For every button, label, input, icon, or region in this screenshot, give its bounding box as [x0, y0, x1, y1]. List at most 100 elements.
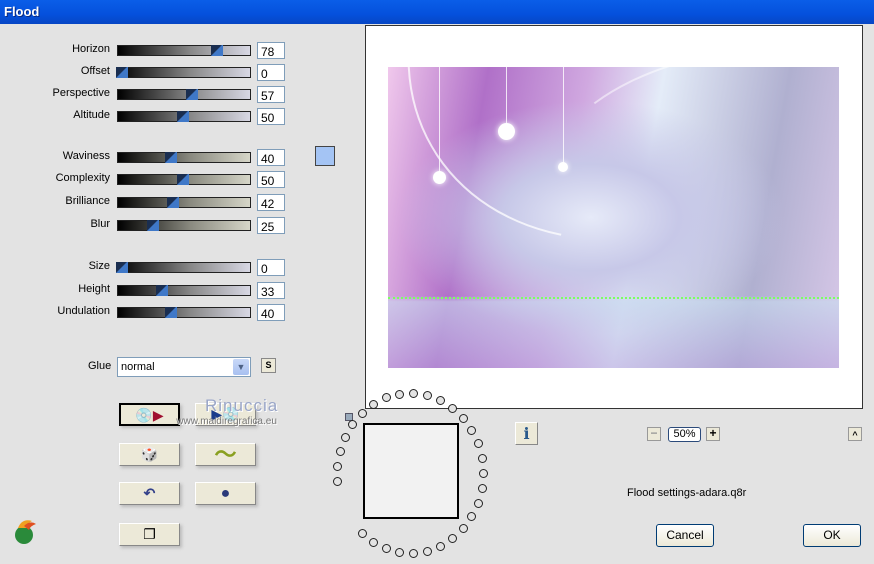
slider-track[interactable] — [117, 197, 251, 208]
slider-row-waviness: Waviness 40 — [0, 149, 300, 166]
collapse-button[interactable]: ^ — [848, 427, 862, 441]
ring-dot[interactable] — [458, 524, 468, 534]
slider-thumb[interactable] — [116, 67, 128, 78]
ring-dot[interactable] — [448, 403, 458, 413]
wave-button[interactable]: 〜 — [195, 443, 256, 466]
slider-thumb[interactable] — [177, 174, 189, 185]
slider-row-perspective: Perspective 57 — [0, 86, 300, 103]
slider-value-input[interactable]: 50 — [257, 171, 285, 188]
ring-dot[interactable] — [348, 419, 358, 429]
thumbnail-box[interactable] — [363, 423, 459, 519]
info-button[interactable]: i — [515, 422, 538, 445]
load-preset-button[interactable]: 💿▶ — [119, 403, 180, 426]
slider-track[interactable] — [117, 89, 251, 100]
slider-value-input[interactable]: 42 — [257, 194, 285, 211]
ring-dot[interactable] — [395, 548, 405, 558]
slider-row-offset: Offset 0 — [0, 64, 300, 81]
slider-value-input[interactable]: 33 — [257, 282, 285, 299]
slider-thumb[interactable] — [116, 262, 128, 273]
dice-icon: 🎲 — [140, 446, 159, 462]
zoom-in-button[interactable]: + — [706, 427, 720, 441]
undo-icon: ↶ — [143, 485, 156, 501]
ring-dot[interactable] — [477, 453, 487, 463]
ring-dot[interactable] — [381, 544, 391, 554]
glue-select[interactable]: normal ▼ — [117, 357, 251, 377]
slider-thumb[interactable] — [167, 197, 180, 208]
slider-value-input[interactable]: 25 — [257, 217, 285, 234]
slider-thumb[interactable] — [156, 285, 169, 296]
play-disc-icon: ▶💿 — [211, 406, 240, 422]
preview-panel[interactable] — [365, 25, 863, 409]
slider-track[interactable] — [117, 45, 251, 56]
slider-row-height: Height 33 — [0, 282, 300, 299]
slider-value-input[interactable]: 0 — [257, 259, 285, 276]
ring-dot[interactable] — [422, 546, 432, 556]
save-preset-button[interactable]: ▶💿 — [195, 403, 256, 426]
settings-filename: Flood settings-adara.q8r — [627, 487, 747, 499]
ok-button[interactable]: OK — [803, 524, 861, 547]
ring-dot[interactable] — [448, 534, 458, 544]
zoom-out-button[interactable]: − — [647, 427, 661, 441]
slider-label: Altitude — [73, 109, 110, 121]
slider-label: Undulation — [57, 305, 110, 317]
color-swatch[interactable] — [315, 146, 335, 166]
ring-dot[interactable] — [467, 425, 477, 435]
ring-dot[interactable] — [467, 512, 477, 522]
ring-dot[interactable] — [473, 498, 483, 508]
slider-label: Offset — [80, 65, 110, 77]
slider-track[interactable] — [116, 262, 251, 273]
slider-thumb[interactable] — [164, 152, 177, 163]
slider-thumb[interactable] — [211, 45, 224, 56]
ring-dot[interactable] — [473, 439, 483, 449]
ring-dot[interactable] — [458, 413, 468, 423]
slider-track[interactable] — [117, 220, 251, 231]
chevron-down-icon[interactable]: ▼ — [233, 359, 249, 375]
slider-track[interactable] — [117, 152, 251, 163]
ring-dot[interactable] — [409, 548, 419, 558]
ring-dot[interactable] — [333, 477, 343, 487]
glue-value: normal — [121, 361, 155, 373]
ring-dot[interactable] — [357, 529, 367, 539]
ring-dot[interactable] — [478, 469, 488, 479]
slider-track[interactable] — [117, 285, 251, 296]
zoom-level: 50% — [668, 427, 701, 442]
slider-label: Perspective — [52, 87, 110, 99]
ring-dot[interactable] — [335, 446, 345, 456]
copy-button[interactable]: ❐ — [119, 523, 180, 546]
preview-image — [388, 67, 839, 368]
ring-dot[interactable] — [340, 432, 350, 442]
ring-dot[interactable] — [333, 461, 343, 471]
ring-dot[interactable] — [477, 484, 487, 494]
slider-track[interactable] — [117, 307, 251, 318]
slider-track[interactable] — [117, 174, 251, 185]
slider-value-input[interactable]: 57 — [257, 86, 285, 103]
slider-thumb[interactable] — [164, 307, 177, 318]
slider-label: Size — [88, 260, 110, 272]
disc-play-icon: 💿▶ — [135, 407, 164, 423]
slider-label: Brilliance — [65, 195, 110, 207]
slider-value-input[interactable]: 50 — [257, 108, 285, 125]
slider-value-input[interactable]: 78 — [257, 42, 285, 59]
slider-label: Waviness — [62, 150, 110, 162]
ring-dot[interactable] — [436, 541, 446, 551]
slider-value-input[interactable]: 40 — [257, 149, 285, 166]
slider-thumb[interactable] — [185, 89, 198, 100]
slider-track[interactable] — [116, 67, 251, 78]
randomize-button[interactable]: 🎲 — [119, 443, 180, 466]
slider-track[interactable] — [117, 111, 251, 122]
cancel-button[interactable]: Cancel — [656, 524, 714, 547]
slider-thumb[interactable] — [146, 220, 159, 231]
slider-value-input[interactable]: 0 — [257, 64, 285, 81]
ring-dot[interactable] — [358, 408, 368, 418]
slider-row-horizon: Horizon 78 — [0, 42, 300, 59]
slider-thumb[interactable] — [177, 111, 189, 122]
ring-dot[interactable] — [369, 538, 379, 548]
slider-row-size: Size 0 — [0, 259, 300, 276]
reset-button[interactable]: ● — [195, 482, 256, 505]
slider-label: Complexity — [55, 172, 110, 184]
app-logo-icon — [15, 520, 36, 544]
slider-row-undulation: Undulation 40 — [0, 304, 300, 321]
slider-value-input[interactable]: 40 — [257, 304, 285, 321]
glue-s-button[interactable]: S — [261, 358, 276, 373]
undo-button[interactable]: ↶ — [119, 482, 180, 505]
